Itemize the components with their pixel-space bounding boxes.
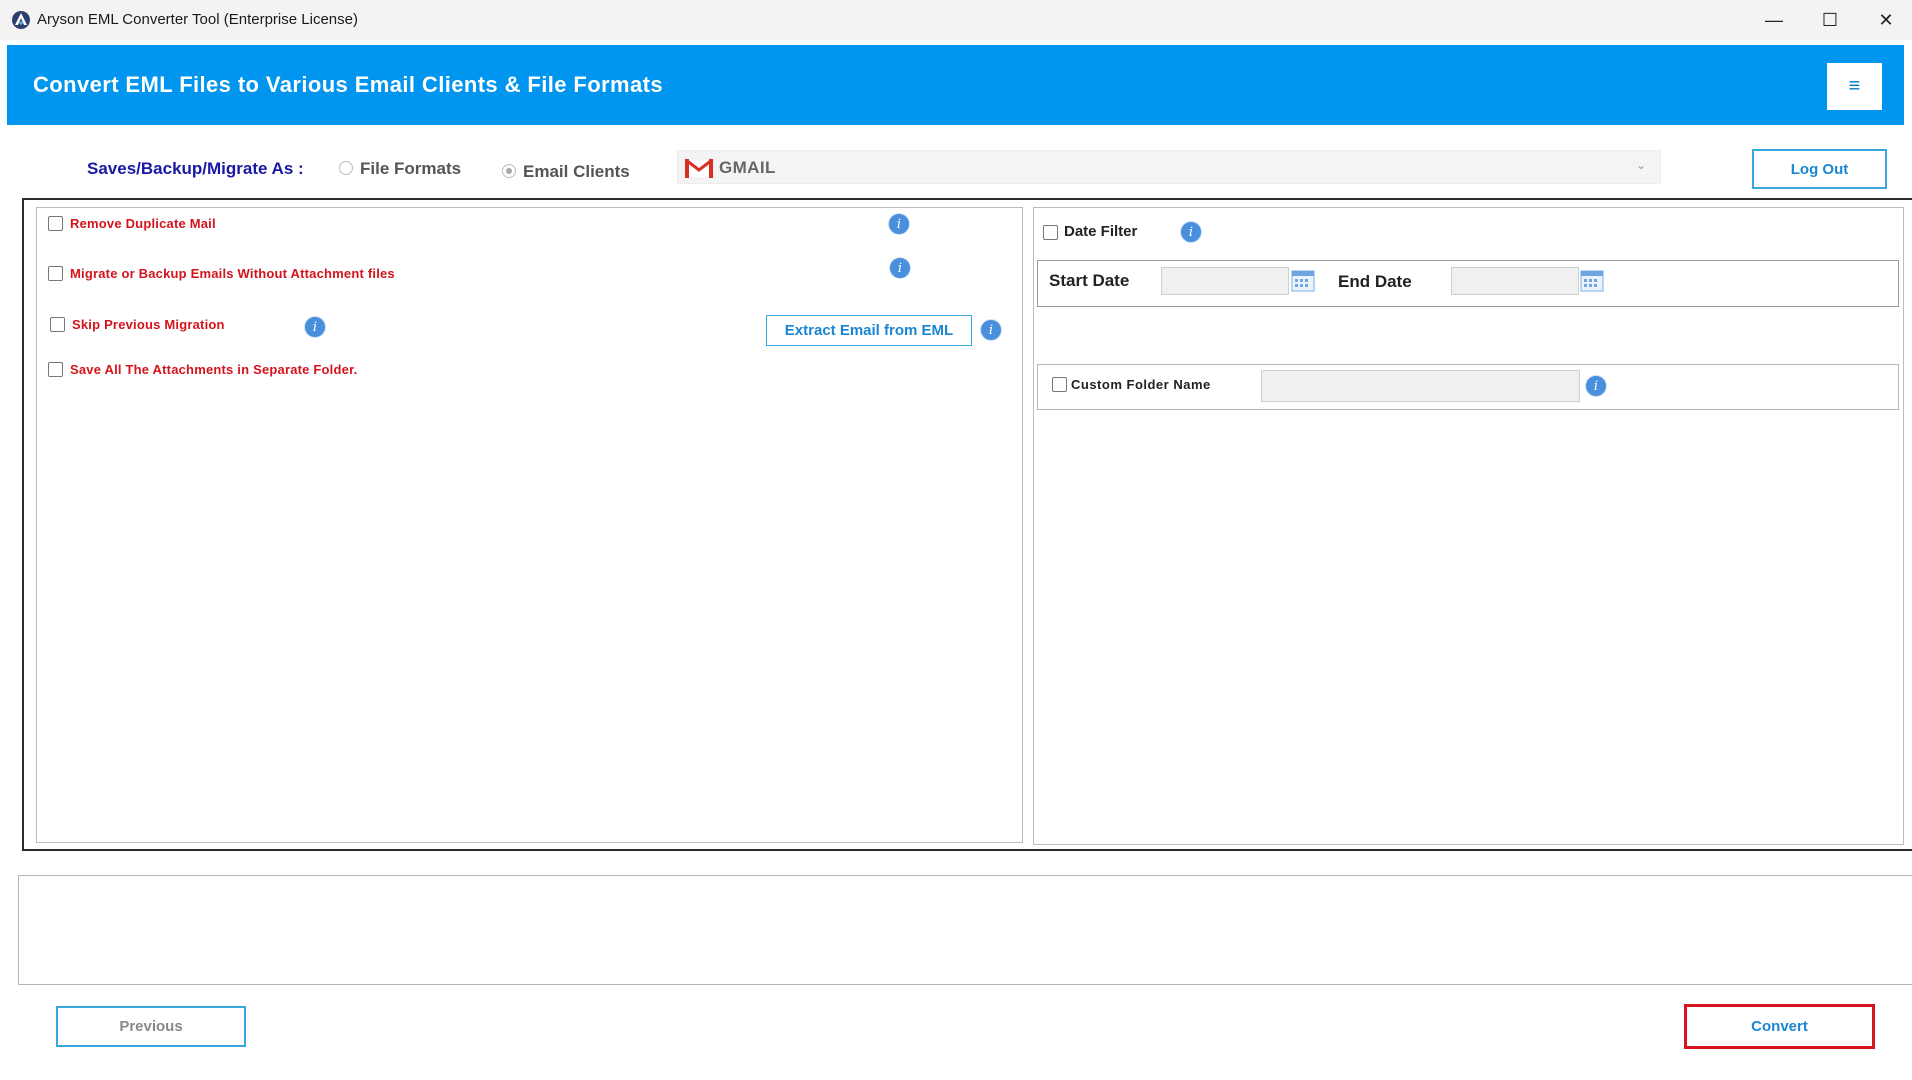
close-icon: ✕ (1878, 9, 1894, 30)
window-title: Aryson EML Converter Tool (Enterprise Li… (37, 11, 358, 28)
file-formats-radio[interactable] (339, 161, 353, 175)
log-output-area (18, 875, 1912, 985)
custom-folder-checkbox[interactable] (1052, 377, 1067, 392)
info-icon[interactable]: i (1180, 221, 1202, 243)
hamburger-menu-icon: ≡ (1848, 75, 1861, 97)
custom-folder-label[interactable]: Custom Folder Name (1071, 377, 1211, 392)
skip-previous-label[interactable]: Skip Previous Migration (72, 317, 225, 332)
info-glyph: i (897, 260, 903, 276)
previous-button[interactable]: Previous (56, 1006, 246, 1047)
minimize-icon: — (1765, 9, 1783, 30)
info-glyph: i (988, 322, 994, 338)
info-glyph: i (1593, 378, 1599, 394)
email-clients-label[interactable]: Email Clients (523, 162, 630, 182)
info-icon[interactable]: i (889, 257, 911, 279)
info-icon[interactable]: i (980, 319, 1002, 341)
chevron-down-icon: ⌄ (1636, 158, 1647, 172)
window-title-bar: Aryson EML Converter Tool (Enterprise Li… (0, 0, 1912, 40)
close-button[interactable]: ✕ (1857, 0, 1912, 40)
extract-email-button[interactable]: Extract Email from EML (766, 315, 972, 346)
start-date-label: Start Date (1049, 271, 1130, 290)
without-attachment-checkbox[interactable] (48, 266, 63, 281)
gmail-icon (684, 158, 714, 179)
info-icon[interactable]: i (304, 316, 326, 338)
logout-button[interactable]: Log Out (1752, 149, 1887, 189)
start-date-input[interactable] (1161, 267, 1289, 295)
end-date-label: End Date (1338, 272, 1412, 291)
save-attachments-label[interactable]: Save All The Attachments in Separate Fol… (70, 362, 357, 377)
date-filter-checkbox[interactable] (1043, 225, 1058, 240)
minimize-button[interactable]: — (1745, 0, 1803, 40)
calendar-icon[interactable] (1291, 269, 1315, 293)
date-filter-label[interactable]: Date Filter (1064, 223, 1137, 240)
calendar-icon[interactable] (1580, 269, 1604, 293)
selected-client-value: GMAIL (719, 158, 776, 177)
email-clients-radio[interactable] (502, 164, 516, 178)
saves-as-label: Saves/Backup/Migrate As : (87, 159, 304, 178)
info-icon[interactable]: i (1585, 375, 1607, 397)
info-glyph: i (896, 216, 902, 232)
radio-circle-selected (502, 164, 516, 178)
email-client-select[interactable]: GMAIL ⌄ (677, 150, 1661, 184)
maximize-icon: ☐ (1821, 9, 1839, 30)
app-logo-icon (12, 11, 30, 29)
left-options-panel (36, 207, 1023, 843)
info-glyph: i (312, 319, 318, 335)
radio-circle (339, 161, 353, 175)
page-header: Convert EML Files to Various Email Clien… (7, 45, 1904, 125)
file-formats-label[interactable]: File Formats (360, 159, 461, 179)
info-icon[interactable]: i (888, 213, 910, 235)
remove-duplicate-label[interactable]: Remove Duplicate Mail (70, 216, 216, 231)
remove-duplicate-checkbox[interactable] (48, 216, 63, 231)
end-date-input[interactable] (1451, 267, 1579, 295)
page-title: Convert EML Files to Various Email Clien… (33, 72, 663, 97)
custom-folder-input[interactable] (1261, 370, 1580, 402)
without-attachment-label[interactable]: Migrate or Backup Emails Without Attachm… (70, 266, 395, 281)
info-glyph: i (1188, 224, 1194, 240)
menu-button[interactable]: ≡ (1827, 63, 1882, 110)
convert-button[interactable]: Convert (1684, 1004, 1875, 1049)
skip-previous-checkbox[interactable] (50, 317, 65, 332)
save-attachments-checkbox[interactable] (48, 362, 63, 377)
maximize-button[interactable]: ☐ (1801, 0, 1859, 40)
